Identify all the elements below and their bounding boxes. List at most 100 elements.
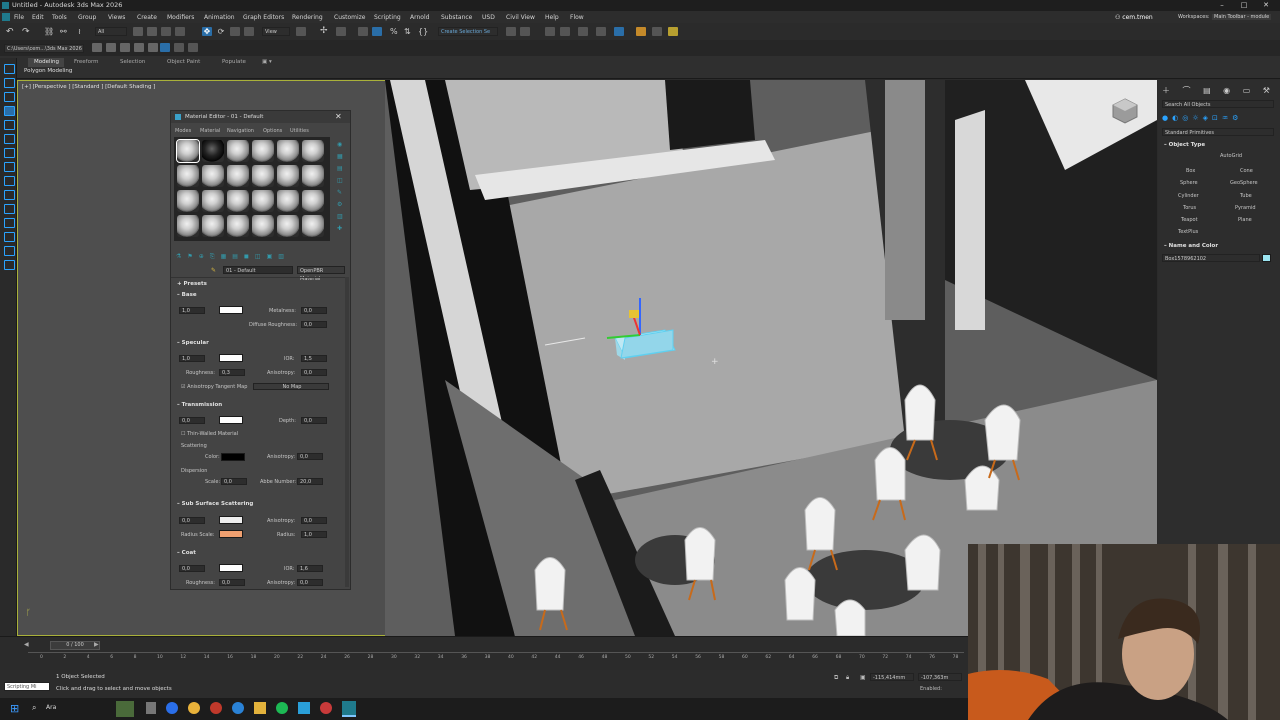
light-icon[interactable] (4, 218, 15, 228)
tangent-map-checkbox[interactable]: ☑ Anisotropy Tangent Map (181, 384, 247, 390)
sample-slot[interactable] (277, 165, 299, 187)
obs-icon[interactable] (320, 702, 332, 714)
transmission-weight-spinner[interactable]: 0,0 (179, 417, 205, 424)
bind-space-warp-icon[interactable]: ≀ (78, 27, 81, 36)
project-folder-icon[interactable] (92, 43, 102, 52)
file-explorer-icon[interactable] (254, 702, 266, 714)
display-tab-icon[interactable] (4, 134, 15, 144)
taskbar-search-input[interactable]: Ara (46, 704, 56, 711)
opera-icon[interactable] (210, 702, 222, 714)
viewcube-icon[interactable] (1110, 96, 1140, 126)
render-setup-icon[interactable] (652, 27, 662, 36)
select-by-name-icon[interactable] (147, 27, 157, 36)
sample-slot[interactable] (227, 215, 249, 237)
viewport-layout-icon[interactable] (174, 43, 184, 52)
timeline-prev-icon[interactable]: ◀ (24, 641, 29, 648)
edge-dev-icon[interactable] (232, 702, 244, 714)
sample-slot[interactable] (202, 140, 224, 162)
sample-slot[interactable] (202, 215, 224, 237)
transmission-color-swatch[interactable] (219, 416, 243, 424)
workspace-dropdown[interactable]: Main Toolbar - module (1212, 14, 1272, 20)
track-bar[interactable]: 0 2 4 6 8 10 12 14 16 18 20 22 24 26 28 30 32 34 36 38 40 42 4… (28, 652, 964, 665)
tab-populate[interactable]: Populate (222, 59, 246, 65)
cone-button[interactable]: Cone (1240, 168, 1253, 174)
command-panel-tabs[interactable]: ＋ ⌒ ▤ ◉ ▭ ⚒ (1162, 85, 1275, 96)
sss-section[interactable]: – Sub Surface Scattering (177, 501, 253, 507)
specular-section[interactable]: – Specular (177, 340, 209, 346)
object-color-swatch[interactable] (1262, 254, 1271, 262)
align-icon[interactable] (520, 27, 530, 36)
sample-slot[interactable] (302, 190, 324, 212)
taskbar-widget-icon[interactable] (116, 701, 134, 717)
lock-selection-icon[interactable]: 🔒︎ (846, 674, 849, 682)
menu-views[interactable]: Views (108, 14, 125, 21)
snaps-toggle-icon[interactable] (358, 27, 368, 36)
menu-modifiers[interactable]: Modifiers (167, 14, 194, 21)
coat-color-swatch[interactable] (219, 564, 243, 572)
percent-snap-icon[interactable]: % (390, 27, 398, 36)
textplus-button[interactable]: TextPlus (1178, 229, 1198, 235)
angle-snap-icon[interactable] (372, 27, 382, 36)
menu-help[interactable]: Help (545, 14, 559, 21)
radius-spinner[interactable]: 1,0 (301, 531, 327, 538)
freeze-icon[interactable] (4, 204, 15, 214)
menu-edit[interactable]: Edit (32, 14, 44, 21)
schematic-view-icon[interactable] (614, 27, 624, 36)
create-selection-set-dropdown[interactable]: Create Selection Se (438, 27, 498, 36)
sample-side-tools[interactable]: ◉ ▦ ▤ ◫ ✎ ⚙ ▥ ✚ (337, 139, 347, 239)
pivot-center-icon[interactable] (296, 27, 306, 36)
sample-slot[interactable] (302, 140, 324, 162)
gizmo-plane-handle[interactable] (629, 310, 639, 318)
scale-spinner[interactable]: 0,0 (221, 478, 247, 485)
3dsmax-taskbar-icon[interactable] (342, 701, 356, 717)
sample-slot[interactable] (252, 215, 274, 237)
menu-group[interactable]: Group (78, 14, 96, 21)
tab-modeling[interactable]: Modeling (34, 59, 59, 65)
cylinder-button[interactable]: Cylinder (1178, 193, 1199, 199)
scatter-anisotropy-spinner[interactable]: 0,0 (297, 453, 323, 460)
coat-roughness-spinner[interactable]: 0,0 (219, 579, 245, 586)
link-icon[interactable]: ⛓ (44, 27, 54, 36)
sample-slot[interactable] (202, 165, 224, 187)
box-button[interactable]: Box (1186, 168, 1195, 174)
coat-anisotropy-spinner[interactable]: 0,0 (297, 579, 323, 586)
helper-icon[interactable] (4, 246, 15, 256)
pyramid-button[interactable]: Pyramid (1235, 205, 1256, 211)
ribbon-toggle-icon[interactable] (578, 27, 588, 36)
material-editor-close-icon[interactable]: ✕ (335, 112, 342, 121)
tangent-map-button[interactable]: No Map (253, 383, 329, 390)
coord-x-field[interactable]: -115,414mm (870, 673, 914, 681)
menu-usd[interactable]: USD (482, 14, 495, 21)
app-menu-icon[interactable] (2, 13, 10, 21)
menu-arnold[interactable]: Arnold (410, 14, 429, 21)
menu-customize[interactable]: Customize (334, 14, 366, 21)
pick-material-icon[interactable]: ✎ (211, 267, 216, 274)
presets-section[interactable]: + Presets (177, 281, 207, 287)
sample-slot[interactable] (277, 140, 299, 162)
viewport-label[interactable]: [+] [Perspective ] [Standard ] [Default … (22, 84, 155, 90)
layer-icon[interactable] (160, 43, 170, 52)
scatter-color-swatch[interactable] (221, 453, 245, 461)
menu-file[interactable]: File (14, 14, 24, 21)
telegram-icon[interactable] (298, 702, 310, 714)
geosphere-button[interactable]: GeoSphere (1230, 180, 1258, 186)
tube-button[interactable]: Tube (1240, 193, 1252, 199)
menu-scripting[interactable]: Scripting (374, 14, 401, 21)
close-icon[interactable]: ✕ (1256, 0, 1276, 11)
teapot-button[interactable]: Teapot (1181, 217, 1198, 223)
mat-menu-navigation[interactable]: Navigation (227, 128, 254, 134)
sphere-button[interactable]: Sphere (1180, 180, 1198, 186)
coat-ior-spinner[interactable]: 1,6 (297, 565, 323, 572)
filter-icon[interactable] (4, 176, 15, 186)
spotify-icon[interactable] (276, 702, 288, 714)
sort-icon[interactable] (4, 162, 15, 172)
snapshot-icon[interactable] (134, 43, 144, 52)
scene-explorer-toggle-icon[interactable] (4, 106, 15, 116)
camera-icon[interactable] (4, 232, 15, 242)
create-category-icons[interactable]: ●◐◎☼◈⊡♒⚙ (1162, 114, 1242, 122)
reference-coordinate-dropdown[interactable]: View (262, 27, 290, 36)
sss-weight-spinner[interactable]: 0,0 (179, 517, 205, 524)
motion-tab-icon[interactable] (4, 120, 15, 130)
sample-slot[interactable] (227, 140, 249, 162)
absolute-mode-icon[interactable]: ▣ (860, 674, 866, 681)
